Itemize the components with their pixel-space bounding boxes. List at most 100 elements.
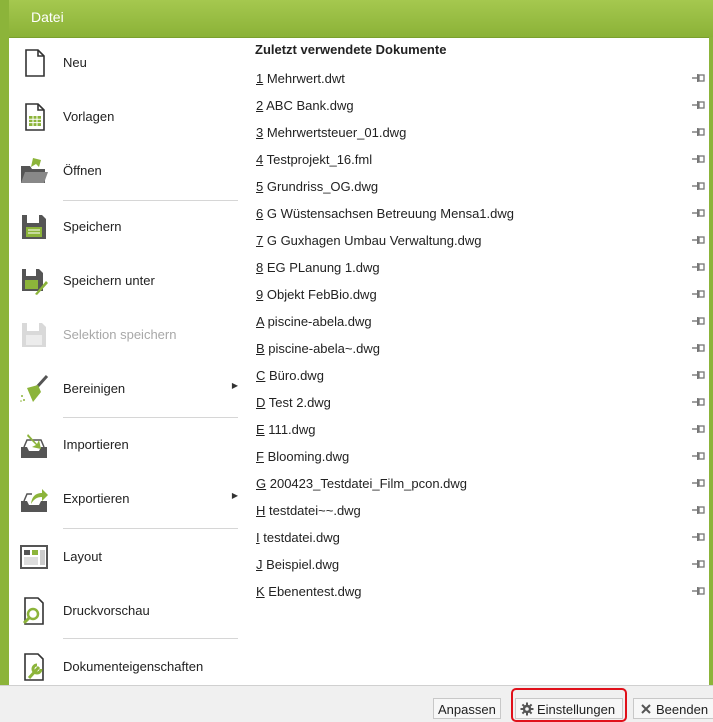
recent-document-item[interactable]: I testdatei.dwg	[238, 524, 709, 551]
new-document-icon	[25, 49, 45, 77]
recent-document-name: 9 Objekt FebBio.dwg	[256, 287, 377, 302]
pin-icon[interactable]	[692, 450, 705, 462]
menu-item-label: Layout	[63, 549, 103, 564]
pin-icon[interactable]	[692, 585, 705, 597]
recent-document-item[interactable]: 7 G Guxhagen Umbau Verwaltung.dwg	[238, 227, 709, 254]
pin-icon[interactable]	[692, 504, 705, 516]
pin-icon[interactable]	[692, 126, 705, 138]
pin-icon[interactable]	[692, 207, 705, 219]
recent-document-item[interactable]: A piscine-abela.dwg	[238, 308, 709, 335]
recent-document-filename: piscine-abela.dwg	[263, 314, 372, 329]
pin-icon[interactable]	[692, 396, 705, 408]
recent-document-filename: Mehrwert.dwt	[263, 71, 345, 86]
recent-document-item[interactable]: 5 Grundriss_OG.dwg	[238, 173, 709, 200]
recent-document-item[interactable]: 6 G Wüstensachsen Betreuung Mensa1.dwg	[238, 200, 709, 227]
pin-icon[interactable]	[692, 369, 705, 381]
recent-document-name: K Ebenentest.dwg	[256, 584, 362, 599]
menu-item-exportieren[interactable]: Exportieren ▶	[9, 476, 238, 522]
menu-item-importieren[interactable]: Importieren	[9, 422, 238, 468]
recent-documents-header: Zuletzt verwendete Dokumente	[255, 42, 447, 57]
pin-icon[interactable]	[692, 153, 705, 165]
recent-document-name: G 200423_Testdatei_Film_pcon.dwg	[256, 476, 467, 491]
recent-document-item[interactable]: E 111.dwg	[238, 416, 709, 443]
recent-document-name: 5 Grundriss_OG.dwg	[256, 179, 378, 194]
print-preview-icon	[22, 597, 44, 625]
pin-icon[interactable]	[692, 531, 705, 543]
recent-document-filename: G Wüstensachsen Betreuung Mensa1.dwg	[263, 206, 514, 221]
recent-document-item[interactable]: 1 Mehrwert.dwt	[238, 65, 709, 92]
recent-document-item[interactable]: G 200423_Testdatei_Film_pcon.dwg	[238, 470, 709, 497]
pin-icon[interactable]	[692, 342, 705, 354]
left-accent-bar	[0, 0, 9, 721]
recent-document-item[interactable]: 2 ABC Bank.dwg	[238, 92, 709, 119]
pin-icon[interactable]	[692, 234, 705, 246]
recent-document-item[interactable]: 8 EG PLanung 1.dwg	[238, 254, 709, 281]
recent-document-accesskey: E	[256, 422, 265, 437]
pin-icon[interactable]	[692, 477, 705, 489]
pin-icon[interactable]	[692, 261, 705, 273]
menu-item-label: Speichern	[63, 219, 122, 234]
templates-icon	[25, 103, 45, 131]
recent-document-item[interactable]: F Blooming.dwg	[238, 443, 709, 470]
recent-document-filename: EG PLanung 1.dwg	[263, 260, 380, 275]
menu-item-label: Vorlagen	[63, 109, 115, 124]
menu-separator	[63, 417, 238, 418]
recent-documents-panel: Zuletzt verwendete Dokumente 1 Mehrwert.…	[238, 38, 709, 686]
recent-document-item[interactable]: 4 Testprojekt_16.fml	[238, 146, 709, 173]
recent-document-name: 8 EG PLanung 1.dwg	[256, 260, 380, 275]
recent-document-name: 3 Mehrwertsteuer_01.dwg	[256, 125, 406, 140]
recent-document-filename: 111.dwg	[264, 422, 316, 437]
pin-icon[interactable]	[692, 72, 705, 84]
pin-icon[interactable]	[692, 423, 705, 435]
recent-document-name: A piscine-abela.dwg	[256, 314, 372, 329]
exit-button[interactable]: Beenden	[633, 698, 713, 719]
recent-document-filename: ABC Bank.dwg	[263, 98, 354, 113]
recent-document-item[interactable]: C Büro.dwg	[238, 362, 709, 389]
recent-document-item[interactable]: J Beispiel.dwg	[238, 551, 709, 578]
recent-document-filename: Büro.dwg	[265, 368, 324, 383]
recent-document-accesskey: F	[256, 449, 264, 464]
menu-item-vorlagen[interactable]: Vorlagen	[9, 94, 238, 140]
recent-document-name: 6 G Wüstensachsen Betreuung Mensa1.dwg	[256, 206, 514, 221]
pin-icon[interactable]	[692, 99, 705, 111]
recent-document-name: 1 Mehrwert.dwt	[256, 71, 345, 86]
recent-document-item[interactable]: K Ebenentest.dwg	[238, 578, 709, 605]
recent-document-name: H testdatei~~.dwg	[256, 503, 361, 518]
menu-item-speichern-unter[interactable]: Speichern unter	[9, 258, 238, 304]
menu-item-bereinigen[interactable]: Bereinigen ▶	[9, 366, 238, 412]
pin-icon[interactable]	[692, 558, 705, 570]
menu-item-selektion-speichern: Selektion speichern	[9, 312, 238, 358]
recent-document-item[interactable]: D Test 2.dwg	[238, 389, 709, 416]
recent-document-name: C Büro.dwg	[256, 368, 324, 383]
recent-document-item[interactable]: H testdatei~~.dwg	[238, 497, 709, 524]
recent-document-item[interactable]: 3 Mehrwertsteuer_01.dwg	[238, 119, 709, 146]
menu-item-dokumenteigenschaften[interactable]: Dokumenteigenschaften	[9, 644, 238, 690]
recent-document-filename: testdatei.dwg	[259, 530, 340, 545]
menu-item-druckvorschau[interactable]: Druckvorschau	[9, 588, 238, 634]
recent-document-name: 4 Testprojekt_16.fml	[256, 152, 372, 167]
recent-document-name: D Test 2.dwg	[256, 395, 331, 410]
menu-item-speichern[interactable]: Speichern	[9, 204, 238, 250]
right-accent-bar	[709, 37, 713, 685]
recent-document-item[interactable]: 9 Objekt FebBio.dwg	[238, 281, 709, 308]
menu-item-label: Druckvorschau	[63, 603, 150, 618]
recent-document-filename: Ebenentest.dwg	[264, 584, 362, 599]
menu-item-layout[interactable]: Layout	[9, 534, 238, 580]
pin-icon[interactable]	[692, 288, 705, 300]
open-folder-icon	[21, 158, 48, 183]
customize-button[interactable]: Anpassen	[433, 698, 501, 719]
recent-document-filename: testdatei~~.dwg	[265, 503, 361, 518]
recent-document-name: E 111.dwg	[256, 422, 316, 437]
recent-document-item[interactable]: B piscine-abela~.dwg	[238, 335, 709, 362]
save-selection-icon	[22, 323, 46, 347]
close-icon	[641, 704, 651, 714]
pin-icon[interactable]	[692, 180, 705, 192]
menu-item-neu[interactable]: Neu	[9, 40, 238, 86]
menu-item-label: Exportieren	[63, 491, 130, 506]
file-menu: Neu Vorlagen Öffnen Speichern Speichern …	[9, 38, 238, 686]
menu-separator	[63, 200, 238, 201]
menu-item-label: Neu	[63, 55, 87, 70]
pin-icon[interactable]	[692, 315, 705, 327]
menu-item-oeffnen[interactable]: Öffnen	[9, 148, 238, 194]
recent-document-name: F Blooming.dwg	[256, 449, 349, 464]
